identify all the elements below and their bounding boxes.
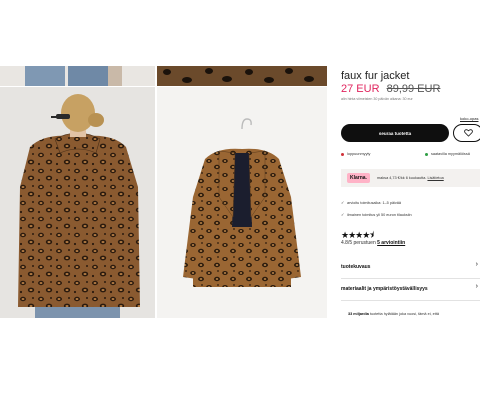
- rating-summary: 4.8/5 perustuen 5 arviointiin: [341, 240, 405, 246]
- accordion-materials-label: materiaalit ja ympäristöystävällisyys: [341, 286, 428, 292]
- chevron-right-icon: ›: [475, 283, 478, 290]
- product-info-panel: faux fur jacket 27 EUR 89,99 EUR alin hi…: [341, 66, 480, 318]
- sustainability-note-text: tuotetta hylätään joka vuosi, tämä ei, e…: [369, 312, 439, 316]
- size-guide-link[interactable]: koko-opas: [460, 116, 478, 121]
- delivery-time-text: arvioitu toimitusaika: 1–5 päivää: [347, 201, 402, 205]
- heart-icon: [463, 129, 473, 137]
- jeans-image: [25, 66, 122, 86]
- klarna-text: maksa 4,73 €/kk 6 kuukautta. Lisätietoa: [377, 176, 444, 180]
- chevron-right-icon: ›: [475, 261, 478, 268]
- store-availability-label: saatavilla myymälöissä: [431, 152, 470, 156]
- out-of-stock-status: loppuunmyyty: [341, 152, 370, 156]
- original-price: 89,99 EUR: [386, 83, 441, 95]
- delivery-time-perk: ✓ arvioitu toimitusaika: 1–5 päivää: [341, 200, 401, 205]
- rating-score: 4.8/5 perustuen: [341, 240, 376, 246]
- klarna-logo: Klarna.: [347, 173, 370, 183]
- model-back-photo[interactable]: [0, 87, 155, 318]
- free-shipping-text: ilmainen toimitus yli 50 euron tilauksii…: [347, 213, 412, 217]
- lowest-price-note: alin hinta viimeisten 30 päivän aikana: …: [341, 97, 413, 101]
- free-shipping-perk: ✓ ilmainen toimitus yli 50 euron tilauksi…: [341, 212, 412, 217]
- model-back-image: [0, 87, 155, 318]
- jacket-hanger-photo[interactable]: [157, 87, 327, 318]
- green-dot-icon: [425, 152, 428, 156]
- klarna-info-link[interactable]: Lisätietoa: [427, 176, 443, 180]
- gallery-thumbnail-fabric[interactable]: [157, 66, 327, 86]
- klarna-installment-text: maksa 4,73 €/kk 6 kuukautta.: [377, 176, 427, 180]
- red-dot-icon: [341, 152, 344, 156]
- product-title: faux fur jacket: [341, 70, 410, 82]
- out-of-stock-label: loppuunmyyty: [347, 152, 371, 156]
- jacket-hanger-image: [157, 87, 327, 318]
- current-price: 27 EUR: [341, 83, 380, 95]
- reviews-link[interactable]: 5 arviointiin: [377, 240, 405, 246]
- sustainability-note-bold: 33 miljardia: [348, 312, 369, 316]
- accordion-description[interactable]: tuotekuvaus ›: [341, 256, 480, 279]
- wishlist-button[interactable]: [453, 124, 480, 142]
- follow-product-button[interactable]: seuraa tuotetta: [341, 124, 449, 142]
- accordion-description-label: tuotekuvaus: [341, 264, 371, 270]
- price-row: 27 EUR 89,99 EUR: [341, 83, 440, 95]
- leopard-fabric-image: [157, 66, 327, 86]
- product-page: faux fur jacket 27 EUR 89,99 EUR alin hi…: [0, 66, 480, 318]
- stock-status-row: loppuunmyyty saatavilla myymälöissä: [341, 152, 480, 160]
- store-availability[interactable]: saatavilla myymälöissä: [425, 152, 470, 156]
- sustainability-note: 33 miljardia tuotetta hylätään joka vuos…: [348, 312, 439, 316]
- klarna-box: Klarna. maksa 4,73 €/kk 6 kuukautta. Lis…: [341, 169, 480, 187]
- accordion-materials[interactable]: materiaalit ja ympäristöystävällisyys ›: [341, 278, 480, 301]
- gallery-thumbnail-jeans[interactable]: [0, 66, 155, 86]
